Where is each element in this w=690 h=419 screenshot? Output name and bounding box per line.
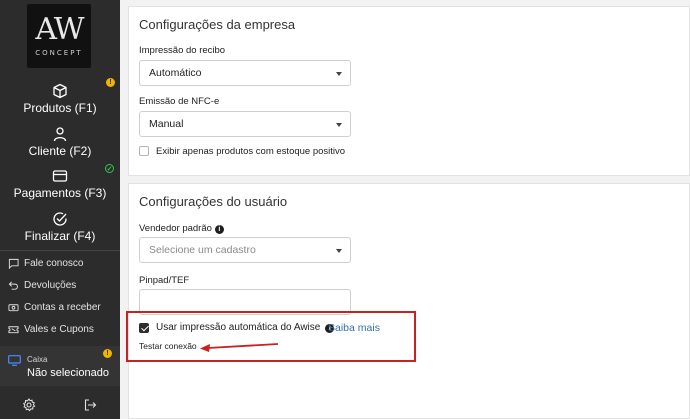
user-icon <box>53 127 67 142</box>
caixa-warning-badge: ! <box>103 349 112 358</box>
chevron-down-icon <box>336 249 342 253</box>
money-icon <box>8 303 19 311</box>
stock-only-label: Exibir apenas produtos com estoque posit… <box>156 146 346 157</box>
ticket-icon <box>8 325 19 333</box>
check-circle-icon <box>53 212 67 226</box>
logo-subtitle: CONCEPT <box>35 49 83 57</box>
sidebar-item-fale-conosco[interactable]: Fale conosco <box>8 255 83 271</box>
logout-icon[interactable] <box>83 398 97 412</box>
info-icon[interactable]: i <box>214 225 224 234</box>
brand-logo: AW CONCEPT <box>27 4 91 68</box>
sidebar-item-vales-cupons[interactable]: Vales e Cupons <box>8 321 94 337</box>
pagamentos-check-icon: ✓ <box>105 164 114 173</box>
sidebar: AW CONCEPT Produtos (F1) ! Cliente (F2) … <box>0 0 120 419</box>
stock-only-checkbox[interactable] <box>139 146 149 156</box>
nav-produtos-label: Produtos (F1) <box>23 101 97 115</box>
caixa-value: Não selecionado <box>27 367 109 379</box>
seller-field-label: Vendedor padrão i <box>139 223 224 234</box>
produtos-warning-badge: ! <box>106 78 115 87</box>
chevron-down-icon <box>336 72 342 76</box>
pinpad-label: Pinpad/TEF <box>139 275 190 286</box>
sidebar-item-devolucoes[interactable]: Devoluções <box>8 277 76 293</box>
nfce-emission-select[interactable]: Manual <box>139 111 351 137</box>
receipt-print-label: Impressão do recibo <box>139 45 226 56</box>
chevron-down-icon <box>336 123 342 127</box>
nav-cliente[interactable]: Cliente (F2) <box>0 126 120 158</box>
sidebar-item-label: Contas a receber <box>24 301 101 313</box>
sidebar-divider <box>0 250 120 251</box>
company-settings-title: Configurações da empresa <box>139 17 296 32</box>
annotation-arrow-icon <box>200 343 279 352</box>
user-settings-card: Configurações do usuário Vendedor padrão… <box>128 183 690 419</box>
nav-pagamentos-label: Pagamentos (F3) <box>13 186 107 200</box>
nav-cliente-label: Cliente (F2) <box>28 144 92 158</box>
sidebar-item-label: Vales e Cupons <box>24 323 94 335</box>
sidebar-item-label: Devoluções <box>24 279 77 291</box>
receipt-print-select[interactable]: Automático <box>139 60 351 86</box>
sidebar-item-contas-receber[interactable]: Contas a receber <box>8 299 101 315</box>
nfce-emission-value: Manual <box>149 118 184 130</box>
seller-label-text: Vendedor padrão <box>139 223 212 234</box>
gear-icon[interactable] <box>22 398 36 412</box>
sidebar-item-label: Fale conosco <box>24 257 84 269</box>
nav-finalizar-label: Finalizar (F4) <box>24 229 96 243</box>
user-settings-title: Configurações do usuário <box>139 194 288 209</box>
return-icon <box>8 281 18 290</box>
nav-pagamentos[interactable]: Pagamentos (F3) <box>0 168 120 200</box>
receipt-print-value: Automático <box>149 67 202 79</box>
box-icon <box>53 83 67 99</box>
caixa-title: Caixa <box>27 355 48 364</box>
nav-finalizar[interactable]: Finalizar (F4) <box>0 211 120 243</box>
nfce-emission-label: Emissão de NFC-e <box>139 96 220 107</box>
nav-produtos[interactable]: Produtos (F1) <box>0 83 120 115</box>
seller-select[interactable]: Selecione um cadastro <box>139 237 351 263</box>
credit-card-icon <box>52 170 68 182</box>
monitor-icon <box>8 355 21 366</box>
chat-icon <box>8 258 19 269</box>
seller-placeholder: Selecione um cadastro <box>149 244 256 256</box>
logo-mark: AW <box>35 12 84 47</box>
caixa-selector[interactable]: Caixa Não selecionado <box>0 346 120 386</box>
company-settings-card: Configurações da empresa Impressão do re… <box>128 6 690 176</box>
